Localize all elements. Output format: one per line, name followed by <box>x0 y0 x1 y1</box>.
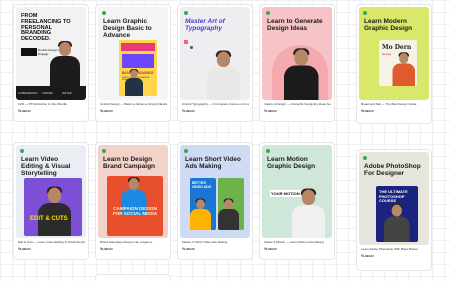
price: ₹2,999.00 <box>18 109 31 113</box>
course-name[interactable]: Inspire & Design — A Graphic Designing I… <box>264 103 331 107</box>
new-badge <box>20 149 24 153</box>
course-card[interactable]: Learn Video Editing & Visual Storytellin… <box>13 142 89 260</box>
price: ₹1,999.00 <box>182 247 195 251</box>
course-card[interactable]: Learn to Design Brand Campaign CAMPAIGN … <box>95 142 171 260</box>
course-thumbnail[interactable]: Learn to Design Brand Campaign CAMPAIGN … <box>98 145 168 238</box>
course-thumbnail[interactable]: Learn Modern Graphic Design Mo Dern Desi… <box>359 7 429 100</box>
course-name[interactable]: Learn Adobe Photoshop With Basic Basics <box>361 248 428 252</box>
price: ₹2,999.00 <box>264 247 277 251</box>
brand-logo <box>21 48 37 56</box>
price: ₹2,999.00 <box>361 109 374 113</box>
course-card[interactable]: Learn Motion Graphic Design YOUR MOTION … <box>259 142 335 260</box>
price: ₹1,999.00 <box>182 109 195 113</box>
course-title: Learn Video Editing & Visual Storytellin… <box>21 156 71 177</box>
course-name[interactable]: Brand Campaign Design Like a Agency <box>100 241 167 245</box>
course-poster: THE ULTIMATE PHOTOSHOP COURSE <box>376 186 418 242</box>
course-poster-right <box>218 178 244 230</box>
course-title: Learn Graphic Design Basic to Advance <box>103 18 152 39</box>
course-card[interactable]: Adobe PhotoShop For Designer THE ULTIMAT… <box>356 149 432 271</box>
course-name[interactable]: Edit & Cuts — Learn Video Editing & Visu… <box>18 241 85 245</box>
new-badge <box>363 156 367 160</box>
price: ₹1,999.00 <box>361 254 374 258</box>
course-thumbnail[interactable]: Adobe PhotoShop For Designer THE ULTIMAT… <box>359 152 429 245</box>
course-poster-left: BETTER VIDEO ADS <box>190 178 216 230</box>
course-thumbnail[interactable]: Learn Video Editing & Visual Storytellin… <box>16 145 86 238</box>
price: ₹2,999.00 <box>100 109 113 113</box>
course-card[interactable]: Learn Graphic Design Basic to Advance BA… <box>95 4 171 122</box>
course-catalog-page: { "cards": [ { "thumb_title": "", "badge… <box>0 0 450 281</box>
course-title: Learn Motion Graphic Design <box>267 156 316 170</box>
course-title: Master Art of Typography <box>185 18 225 32</box>
course-card[interactable]: Learn Modern Graphic Design Mo Dern Desi… <box>356 4 432 124</box>
course-thumbnail[interactable]: Learn to Generate Design Ideas <box>262 7 332 100</box>
poster-headline: FROM FREELANCING TO PERSONAL BRANDING DE… <box>21 13 71 43</box>
course-title: Learn to Design Brand Campaign <box>103 156 156 170</box>
course-thumbnail[interactable]: Learn Graphic Design Basic to Advance BA… <box>98 7 168 100</box>
course-title: Learn Short Video Ads Making <box>185 156 241 170</box>
course-thumbnail[interactable]: Master Art of Typography <box>180 7 250 100</box>
course-name[interactable]: Shake & Motion — Learn Motion Ads Making <box>264 241 331 245</box>
course-card[interactable]: Learn to Generate Design Ideas Inspire &… <box>259 4 335 122</box>
course-title: Adobe PhotoShop For Designer <box>364 163 421 177</box>
new-badge <box>184 149 188 153</box>
price: ₹2,999.00 <box>18 247 31 251</box>
course-thumbnail[interactable]: FROM FREELANCING TO PERSONAL BRANDING DE… <box>16 7 86 100</box>
course-name[interactable]: Untitub Typography — A Complete Course o… <box>182 103 249 107</box>
course-poster: EDIT & CUTS <box>24 178 82 236</box>
new-badge <box>363 11 367 15</box>
new-badge <box>266 11 270 15</box>
course-name[interactable]: Bread and Salt — The Best Design Guide <box>361 103 428 107</box>
course-poster: BASIC TO ADVANCE SIMPLY MASTER GRAPHIC D… <box>119 40 157 96</box>
new-badge <box>102 11 106 15</box>
new-badge <box>184 11 188 15</box>
course-name[interactable]: C2D — PR Workshop in One Bundle <box>18 103 85 107</box>
course-title: Learn Modern Graphic Design <box>364 18 413 32</box>
presenter-photo <box>207 50 240 100</box>
course-card[interactable]: Learn Short Video Ads Making BETTER VIDE… <box>177 142 253 260</box>
course-poster: CAMPAIGN DESIGN FOR SOCIAL MEDIA <box>107 176 163 236</box>
course-name[interactable]: Master In Short Video Ads Making <box>182 241 249 245</box>
poster-footer: GUNRESEARCH UNSURE LEFTER <box>16 86 86 100</box>
course-card[interactable]: FROM FREELANCING TO PERSONAL BRANDING DE… <box>13 4 89 122</box>
course-thumbnail[interactable]: Learn Motion Graphic Design YOUR MOTION <box>262 145 332 238</box>
presenter-photo <box>292 188 325 238</box>
new-badge <box>266 149 270 153</box>
presenter-photo <box>50 41 80 86</box>
presenter-photo <box>284 48 319 100</box>
course-card[interactable]: Master Art of Typography Untitub Typogra… <box>177 4 253 122</box>
course-name[interactable]: Untitub Design — Basic to Advance Simply… <box>100 103 167 107</box>
new-badge <box>102 149 106 153</box>
course-thumbnail[interactable]: Learn Short Video Ads Making BETTER VIDE… <box>180 145 250 238</box>
course-card-partial[interactable] <box>95 274 171 281</box>
course-poster: Mo Dern Design <box>379 40 417 86</box>
price: ₹2,999.00 <box>100 247 113 251</box>
course-title: Learn to Generate Design Ideas <box>267 18 323 32</box>
price: ₹1,999.00 <box>264 109 277 113</box>
